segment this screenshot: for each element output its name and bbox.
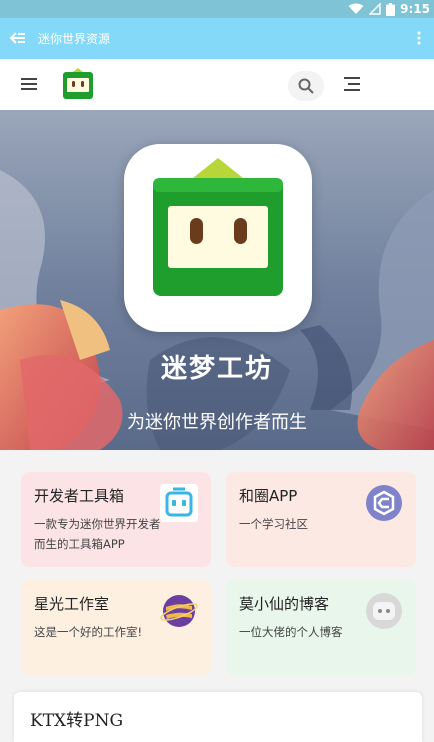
search-button[interactable] [288, 71, 324, 101]
planet-icon [160, 595, 198, 627]
signal-icon [369, 3, 381, 15]
card-dev-toolbox[interactable]: 开发者工具箱 一款专为迷你世界开发者而生的工具箱APP [21, 472, 211, 567]
hequan-logo-icon [366, 485, 402, 521]
ktx-to-png-card[interactable]: KTX转PNG [14, 692, 422, 742]
nav-bar [0, 59, 434, 111]
card-moxiaoxian-blog[interactable]: 莫小仙的博客 一位大佬的个人博客 [226, 580, 416, 675]
hamburger-menu-icon[interactable] [20, 76, 38, 92]
back-arrow-icon[interactable] [10, 30, 26, 46]
card-title: 和圈APP [239, 487, 298, 505]
app-icon-tile [124, 144, 312, 332]
list-menu-icon[interactable] [343, 76, 361, 92]
card-title: 开发者工具箱 [34, 487, 125, 505]
wifi-icon [348, 3, 364, 14]
mimeng-logo-icon [153, 158, 283, 296]
card-title: 莫小仙的博客 [239, 595, 330, 613]
app-bar: 迷你世界资源 [0, 18, 434, 59]
card-xingguang-studio[interactable]: 星光工作室 这是一个好的工作室! [21, 580, 211, 675]
app-name: 迷梦工坊 [160, 354, 273, 384]
status-icons: 9:15 [348, 2, 430, 16]
site-logo-icon[interactable] [62, 68, 94, 100]
hero-banner: 迷梦工坊 为迷你世界创作者而生 [0, 110, 434, 450]
card-title: KTX转PNG [30, 711, 124, 731]
robot-avatar-icon [366, 593, 402, 629]
card-desc: 这是一个好的工作室! [34, 625, 143, 639]
app-slogan: 为迷你世界创作者而生 [127, 412, 307, 433]
card-title: 星光工作室 [34, 595, 110, 613]
status-bar: 9:15 [0, 0, 434, 18]
card-desc: 一个学习社区 [239, 517, 308, 531]
card-hequan-app[interactable]: 和圈APP 一个学习社区 [226, 472, 416, 567]
more-options-icon[interactable] [416, 30, 422, 46]
search-icon [298, 78, 314, 94]
app-bar-title: 迷你世界资源 [38, 32, 111, 46]
card-desc: 一款专为迷你世界开发者而生的工具箱APP [34, 517, 161, 551]
card-desc: 一位大佬的个人博客 [239, 625, 343, 639]
robot-icon [160, 484, 198, 522]
status-time: 9:15 [400, 2, 430, 16]
battery-icon [386, 2, 396, 16]
